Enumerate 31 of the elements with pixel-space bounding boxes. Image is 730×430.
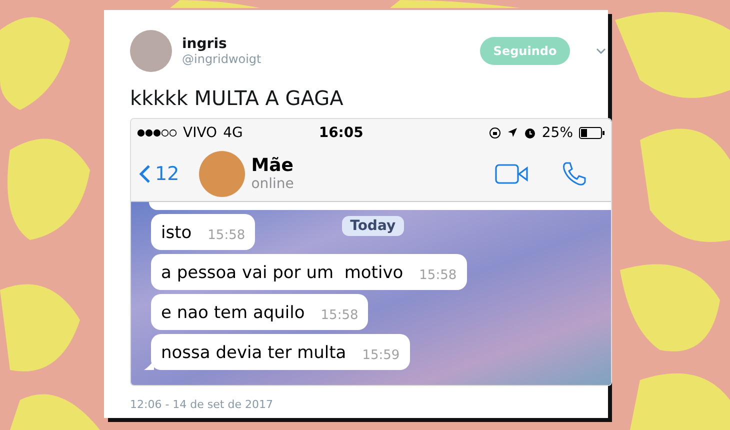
clock-time: 16:05 [318, 124, 364, 140]
battery-icon [579, 126, 605, 138]
alarm-clock-icon [524, 126, 536, 138]
user-name[interactable]: ingris [182, 36, 470, 52]
contact-photo-placeholder[interactable] [199, 150, 246, 196]
message-text: isto [161, 223, 192, 243]
chevron-left-icon[interactable] [139, 164, 151, 184]
day-label: Today [342, 216, 404, 236]
contact-status: online [251, 176, 295, 192]
location-arrow-icon [506, 127, 518, 138]
user-handle[interactable]: @ingridwoigt [182, 52, 470, 66]
contact-name[interactable]: Mãe [251, 155, 489, 176]
signal-icon [137, 128, 177, 136]
rotation-lock-icon [488, 126, 501, 138]
chevron-down-icon[interactable] [596, 48, 606, 54]
message-time: 15:59 [362, 348, 400, 363]
avatar-placeholder [130, 30, 172, 72]
video-camera-icon[interactable] [495, 164, 529, 184]
message-text: a pessoa vai por um motivo [161, 263, 404, 283]
tweet-timestamp[interactable]: 12:06 - 14 de set de 2017 [130, 398, 608, 411]
message-text: e nao tem aquilo [161, 303, 305, 323]
message-time: 15:58 [320, 308, 358, 323]
message-text: nossa devia ter multa [161, 343, 346, 363]
tweet-text: kkkkk MULTA A GAGA [130, 86, 344, 110]
battery-percentage: 25% [542, 124, 573, 140]
network-label: 4G [223, 124, 243, 140]
back-button[interactable]: 12 [139, 162, 180, 184]
message-time: 15:58 [208, 228, 246, 243]
phone-icon[interactable] [561, 160, 587, 186]
message-time: 15:58 [419, 268, 457, 283]
carrier-label: VIVO [183, 124, 218, 140]
